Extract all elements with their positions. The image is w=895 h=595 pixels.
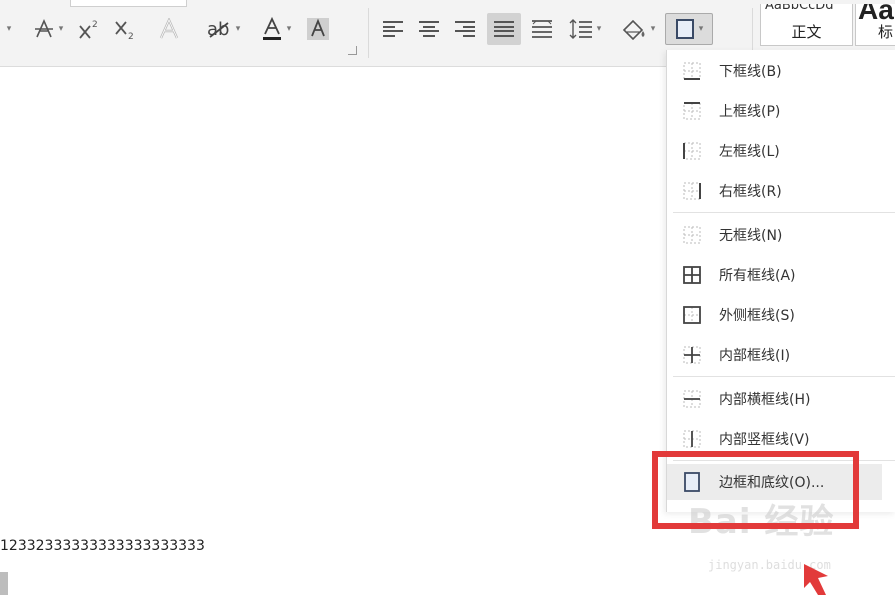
menu-item-all-borders[interactable]: 所有框线(A) <box>667 257 895 293</box>
shading-icon <box>622 19 645 40</box>
distributed-icon <box>532 20 552 38</box>
shading-button[interactable]: ▾ <box>616 16 660 42</box>
font-color-button[interactable]: ▾ <box>256 16 296 42</box>
left-border-icon <box>683 142 701 160</box>
menu-item-outside-borders[interactable]: 外侧框线(S) <box>667 297 895 333</box>
strikethrough-icon <box>34 19 53 38</box>
top-border-icon <box>683 102 701 120</box>
style-normal-sample: AaBbCcDd <box>765 4 834 13</box>
font-color-icon <box>262 17 281 40</box>
align-center-button[interactable] <box>414 16 444 42</box>
align-right-icon <box>455 21 475 37</box>
justify-button[interactable] <box>487 13 521 45</box>
style-heading-label: 标 <box>878 23 894 41</box>
char-shading-icon <box>307 18 329 40</box>
superscript-button[interactable]: 2 <box>74 16 106 42</box>
distributed-button[interactable] <box>526 16 558 42</box>
font-size-box-edge <box>70 0 187 7</box>
menu-item-label: 下框线(B) <box>719 64 782 80</box>
menu-item-label: 右框线(R) <box>719 184 782 200</box>
menu-separator <box>673 212 895 213</box>
inside-borders-icon <box>683 346 701 364</box>
borders-icon <box>675 19 694 39</box>
outside-borders-icon <box>683 306 701 324</box>
style-normal[interactable]: AaBbCcDd 正文 <box>760 4 853 46</box>
menu-item-label: 内部竖框线(V) <box>719 432 810 448</box>
menu-item-bottom-border[interactable]: 下框线(B) <box>667 53 895 89</box>
menu-item-label: 边框和底纹(O)... <box>719 475 825 491</box>
menu-item-inside-borders[interactable]: 内部框线(I) <box>667 337 895 373</box>
svg-text:2: 2 <box>92 20 98 30</box>
text-effects-icon <box>159 18 179 39</box>
all-borders-icon <box>683 266 701 284</box>
menu-separator <box>673 460 895 461</box>
menu-item-label: 外侧框线(S) <box>719 308 795 324</box>
subscript-icon: 2 <box>115 21 134 40</box>
watermark-text: Bai 经验 <box>688 502 835 542</box>
align-left-icon <box>383 21 403 37</box>
menu-item-label: 内部框线(I) <box>719 348 791 364</box>
menu-item-label: 无框线(N) <box>719 228 783 244</box>
line-spacing-icon <box>569 19 592 39</box>
menu-item-label: 所有框线(A) <box>719 268 796 284</box>
align-left-button[interactable] <box>378 16 408 42</box>
inside-vertical-border-icon <box>683 430 701 448</box>
menu-item-top-border[interactable]: 上框线(P) <box>667 93 895 129</box>
subscript-button[interactable]: 2 <box>110 16 142 42</box>
highlight-icon: ab <box>207 19 229 40</box>
right-border-icon <box>683 182 701 200</box>
line-spacing-button[interactable]: ▾ <box>563 16 607 42</box>
superscript-icon: 2 <box>79 20 98 39</box>
group-separator <box>368 8 369 58</box>
menu-item-label: 上框线(P) <box>719 104 781 120</box>
menu-item-label: 左框线(L) <box>719 144 780 160</box>
menu-item-left-border[interactable]: 左框线(L) <box>667 133 895 169</box>
font-group-launcher[interactable] <box>348 46 357 55</box>
svg-text:2: 2 <box>128 32 134 40</box>
borders-button[interactable]: ▾ <box>665 13 713 45</box>
document-text-line[interactable]: 12332333333333333333333 <box>0 538 205 554</box>
inside-horizontal-border-icon <box>683 390 701 408</box>
menu-item-right-border[interactable]: 右框线(R) <box>667 173 895 209</box>
bottom-border-icon <box>683 62 701 80</box>
menu-item-inside-vertical-border[interactable]: 内部竖框线(V) <box>667 421 895 457</box>
menu-item-no-border[interactable]: 无框线(N) <box>667 217 895 253</box>
char-shading-button[interactable] <box>304 16 332 42</box>
menu-item-label: 内部横框线(H) <box>719 392 811 408</box>
scrollbar-thumb[interactable] <box>0 572 8 595</box>
align-right-button[interactable] <box>450 16 480 42</box>
justify-icon <box>494 21 514 37</box>
style-heading[interactable]: Aa 标 <box>855 4 895 46</box>
text-effects-button[interactable] <box>154 16 184 42</box>
font-dropdown-tail[interactable]: ▾ <box>0 16 14 42</box>
pointer-arrow-icon <box>804 564 828 595</box>
align-center-icon <box>419 21 439 37</box>
strikethrough-button[interactable]: ▾ <box>26 16 70 42</box>
borders-and-shading-icon <box>684 472 700 492</box>
menu-item-inside-horizontal-border[interactable]: 内部横框线(H) <box>667 381 895 417</box>
no-border-icon <box>683 226 701 244</box>
highlight-button[interactable]: ab ▾ <box>200 16 246 42</box>
menu-separator <box>673 376 895 377</box>
borders-dropdown-menu: 下框线(B) 上框线(P) 左框线(L) 右框线(R) 无框线(N) 所有框线(… <box>666 50 895 512</box>
style-normal-label: 正文 <box>791 23 822 41</box>
